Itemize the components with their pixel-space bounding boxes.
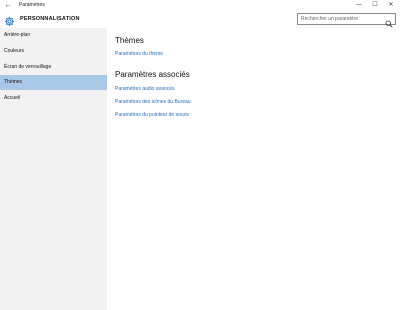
maximize-button[interactable]: ☐: [368, 0, 382, 11]
close-button[interactable]: ✕: [384, 0, 398, 11]
related-settings-heading: Paramètres associés: [115, 70, 190, 79]
sidebar: Arrière-plan Couleurs Écran de verrouill…: [0, 28, 107, 310]
page-title: PERSONNALISATION: [20, 16, 80, 22]
sidebar-item-ecran-de-verrouillage[interactable]: Écran de verrouillage: [0, 60, 107, 75]
search-box[interactable]: [297, 13, 396, 28]
back-button[interactable]: ←: [2, 0, 14, 11]
sidebar-item-accueil[interactable]: Accueil: [0, 91, 107, 106]
themes-heading: Thèmes: [115, 36, 144, 45]
title-bar: ← Paramètres — ☐ ✕: [0, 0, 400, 11]
search-icon[interactable]: [385, 15, 393, 28]
minimize-button[interactable]: —: [352, 0, 366, 11]
mouse-pointer-settings-link[interactable]: Paramètres du pointeur de souris: [115, 112, 189, 118]
main-content: Thèmes Paramètres du thème Paramètres as…: [107, 28, 400, 310]
sidebar-item-arriere-plan[interactable]: Arrière-plan: [0, 28, 107, 43]
sidebar-item-couleurs[interactable]: Couleurs: [0, 44, 107, 59]
sidebar-item-themes[interactable]: Thèmes: [0, 75, 107, 90]
desktop-icon-settings-link[interactable]: Paramètres des icônes du Bureau: [115, 99, 191, 105]
search-input[interactable]: [301, 14, 383, 24]
advanced-audio-settings-link[interactable]: Paramètres audio avancés: [115, 86, 174, 92]
theme-settings-link[interactable]: Paramètres du thème: [115, 51, 163, 57]
window-title: Paramètres: [19, 2, 45, 8]
gear-icon: [4, 14, 15, 27]
